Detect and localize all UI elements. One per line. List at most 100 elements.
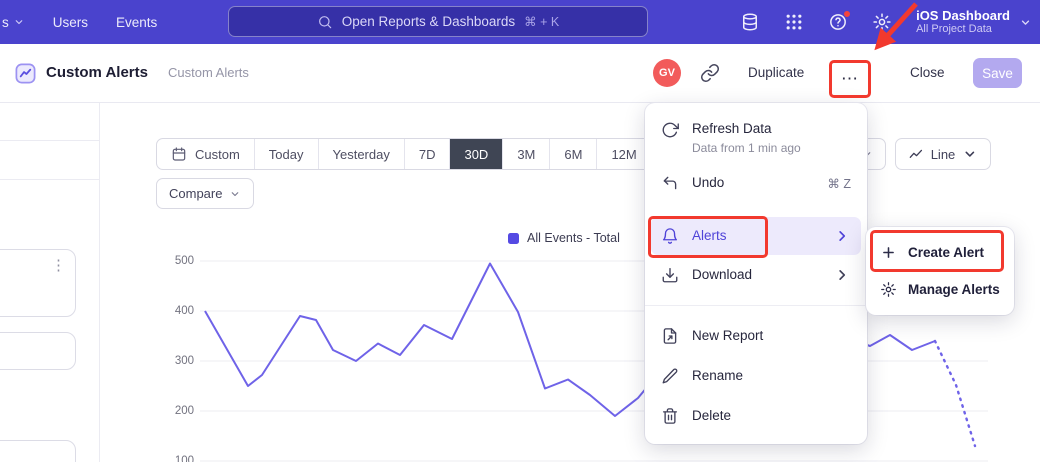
compare-label: Compare <box>169 186 222 201</box>
menu-item-text: Alerts <box>692 227 727 245</box>
segment-label: 3M <box>517 147 535 162</box>
report-header: Custom Alerts Custom Alerts GV Duplicate… <box>0 44 1040 103</box>
menu-item-shortcut: ⌘ Z <box>827 176 851 191</box>
menu-item-alerts[interactable]: Alerts <box>651 217 861 255</box>
date-range-segments: Custom Today Yesterday 7D 30D 3M 6M 12M <box>156 138 652 170</box>
segment-7d[interactable]: 7D <box>404 139 450 169</box>
save-button[interactable]: Save <box>973 58 1022 88</box>
segment-label: Custom <box>195 147 240 162</box>
nav-item-partial[interactable]: s <box>2 15 25 30</box>
y-axis-tick: 100 <box>158 455 194 462</box>
chevron-down-icon <box>1019 16 1032 29</box>
project-name: iOS Dashboard <box>916 8 1010 23</box>
page-title: Custom Alerts <box>46 44 148 102</box>
bell-icon <box>661 227 679 245</box>
breadcrumb[interactable]: Custom Alerts <box>168 44 249 102</box>
trash-icon <box>661 407 679 425</box>
chart-legend[interactable]: All Events - Total <box>508 231 620 245</box>
menu-item-label: Rename <box>692 367 743 385</box>
submenu-item-label: Manage Alerts <box>908 282 1000 297</box>
avatar[interactable]: GV <box>653 59 681 87</box>
app-window: s Users Events Open Reports & Dashboards… <box>0 0 1040 462</box>
menu-divider <box>645 305 867 306</box>
grid-icon <box>784 12 804 32</box>
data-icon[interactable] <box>740 12 760 32</box>
submenu-item-manage-alerts[interactable]: Manage Alerts <box>866 271 1014 308</box>
project-selector[interactable]: iOS Dashboard All Project Data <box>916 8 1032 36</box>
sidebar-card[interactable] <box>0 440 76 462</box>
menu-item-text: Delete <box>692 407 731 425</box>
duplicate-button[interactable]: Duplicate <box>748 44 804 102</box>
chart-type-button[interactable]: Line <box>895 138 991 170</box>
menu-item-refresh-data[interactable]: Refresh DataData from 1 min ago <box>645 113 867 163</box>
chevron-right-icon <box>833 266 851 284</box>
kebab-icon[interactable]: ⋮ <box>51 258 66 273</box>
alerts-submenu: Create Alert Manage Alerts <box>866 227 1014 315</box>
download-icon <box>661 266 679 284</box>
chart-type-label: Line <box>931 147 956 162</box>
y-axis-tick: 200 <box>158 405 194 417</box>
segment-label: 30D <box>464 147 488 162</box>
segment-12m[interactable]: 12M <box>596 139 650 169</box>
sidebar-divider <box>0 179 99 180</box>
chevron-down-icon <box>962 145 978 163</box>
segment-label: Yesterday <box>333 147 390 162</box>
help-icon[interactable] <box>828 12 848 32</box>
menu-item-text: Rename <box>692 367 743 385</box>
new-report-icon <box>661 327 679 345</box>
database-icon <box>740 12 760 32</box>
menu-item-text: Undo <box>692 174 724 192</box>
menu-item-rename[interactable]: Rename <box>645 356 867 396</box>
close-button[interactable]: Close <box>910 44 945 102</box>
segment-yesterday[interactable]: Yesterday <box>318 139 404 169</box>
global-search[interactable]: Open Reports & Dashboards ⌘ + K <box>228 6 648 37</box>
search-shortcut: ⌘ + K <box>524 14 559 29</box>
menu-item-text: Download <box>692 266 752 284</box>
compare-button[interactable]: Compare <box>156 178 254 209</box>
project-text: iOS Dashboard All Project Data <box>916 8 1010 36</box>
top-navbar: s Users Events Open Reports & Dashboards… <box>0 0 1040 44</box>
search-icon <box>317 14 333 30</box>
segment-label: 6M <box>564 147 582 162</box>
segment-label: Today <box>269 147 304 162</box>
legend-label: All Events - Total <box>527 231 620 245</box>
line-chart-icon <box>908 145 924 163</box>
calendar-icon <box>171 146 187 162</box>
gear-icon <box>880 281 897 298</box>
sidebar-card[interactable] <box>0 332 76 370</box>
chevron-down-icon <box>229 188 241 200</box>
menu-item-label: Undo <box>692 174 724 192</box>
segment-label: 7D <box>419 147 436 162</box>
menu-item-text: New Report <box>692 327 763 345</box>
menu-item-delete[interactable]: Delete <box>645 396 867 436</box>
submenu-item-create-alert[interactable]: Create Alert <box>866 234 1014 271</box>
menu-item-undo[interactable]: Undo ⌘ Z <box>645 163 867 203</box>
project-scope: All Project Data <box>916 23 1010 36</box>
settings-icon[interactable] <box>872 12 892 32</box>
more-options-button[interactable]: ⋯ <box>836 65 864 93</box>
apps-grid-icon[interactable] <box>784 12 804 32</box>
submenu-item-label: Create Alert <box>908 245 984 260</box>
undo-icon <box>661 174 679 192</box>
menu-item-new-report[interactable]: New Report <box>645 316 867 356</box>
nav-item-users[interactable]: Users <box>53 15 88 30</box>
segment-custom[interactable]: Custom <box>157 139 254 169</box>
segment-30d[interactable]: 30D <box>449 139 502 169</box>
copy-link-button[interactable] <box>700 63 720 83</box>
y-axis-tick: 300 <box>158 355 194 367</box>
menu-item-download[interactable]: Download <box>645 255 867 295</box>
nav-item-events[interactable]: Events <box>116 15 157 30</box>
segment-3m[interactable]: 3M <box>502 139 549 169</box>
legend-swatch <box>508 233 519 244</box>
link-icon <box>700 63 720 83</box>
y-axis-tick: 500 <box>158 255 194 267</box>
menu-item-label: New Report <box>692 327 763 345</box>
gear-icon <box>872 12 892 32</box>
segment-today[interactable]: Today <box>254 139 318 169</box>
chevron-right-icon <box>833 227 851 245</box>
sidebar-card[interactable]: ⋮ <box>0 249 76 317</box>
segment-6m[interactable]: 6M <box>549 139 596 169</box>
y-axis-tick: 400 <box>158 305 194 317</box>
nav-left-group: s Users Events <box>2 0 157 44</box>
menu-item-sublabel: Data from 1 min ago <box>692 141 801 155</box>
